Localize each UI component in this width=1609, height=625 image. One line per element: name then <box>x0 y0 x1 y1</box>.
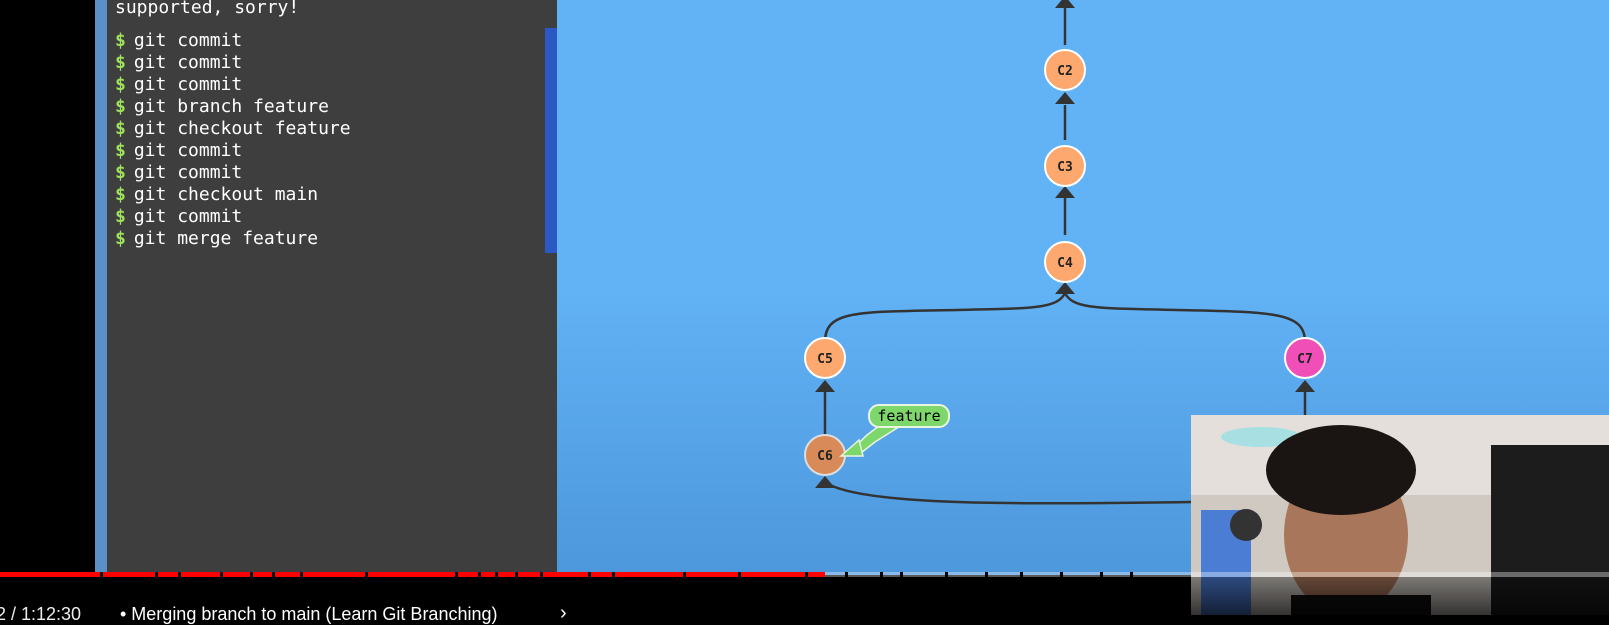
chapter-marker <box>1060 572 1063 577</box>
error-message: supported, sorry! <box>115 0 300 18</box>
command-row: $ git commit <box>115 74 549 96</box>
prompt-symbol: $ <box>115 30 126 51</box>
commit-node-c6[interactable]: C6 <box>804 434 846 476</box>
chapter-marker <box>478 572 481 577</box>
chapter-marker <box>845 572 848 577</box>
chapter-marker <box>365 572 368 577</box>
command-row: $ git commit <box>115 140 549 162</box>
arrowhead <box>1055 0 1075 8</box>
prompt-symbol: $ <box>115 74 126 95</box>
chapter-marker <box>612 572 615 577</box>
commit-node-c5[interactable]: C5 <box>804 337 846 379</box>
chapter-marker <box>683 572 686 577</box>
chapter-marker <box>880 572 883 577</box>
command-row: $ git commit <box>115 30 549 52</box>
command-text: git commit <box>133 162 243 183</box>
command-text: git checkout feature <box>133 118 351 139</box>
arrowhead <box>1055 282 1075 294</box>
chapter-marker <box>738 572 741 577</box>
command-row: $ git commit <box>115 52 549 74</box>
chapter-marker <box>588 572 591 577</box>
command-row: $ git branch feature <box>115 96 549 118</box>
command-text: git commit <box>133 30 243 51</box>
prompt-symbol: $ <box>115 228 126 249</box>
command-terminal: supported, sorry! $ git commit $ git commit… <box>107 0 559 575</box>
prompt-symbol: $ <box>115 206 126 227</box>
command-text: git merge feature <box>133 228 319 249</box>
command-row: $ git checkout main <box>115 184 549 206</box>
chevron-right-icon[interactable]: › <box>560 602 567 625</box>
chapter-marker <box>1130 572 1133 577</box>
svg-text:C6: C6 <box>817 449 833 464</box>
commit-node-c3[interactable]: C3 <box>1044 145 1086 187</box>
svg-text:C4: C4 <box>1057 256 1073 271</box>
command-row: $ git commit <box>115 162 549 184</box>
sidebar-edge <box>95 0 107 575</box>
prompt-symbol: $ <box>115 162 126 183</box>
commit-node-c2[interactable]: C2 <box>1044 49 1086 91</box>
branch-tag-feature[interactable]: feature <box>839 404 950 457</box>
edge-c7-c4 <box>1063 292 1307 343</box>
command-text: git commit <box>133 52 243 73</box>
chapter-marker <box>805 572 808 577</box>
command-text: git commit <box>133 74 243 95</box>
prompt-symbol: $ <box>115 184 126 205</box>
chapter-marker <box>455 572 458 577</box>
command-row: $ git commit <box>115 206 549 228</box>
edge-merge-c6 <box>824 480 1192 505</box>
chapter-marker <box>1100 572 1103 577</box>
arrowhead <box>815 476 835 488</box>
chapter-marker <box>272 572 275 577</box>
chapter-marker <box>1020 572 1023 577</box>
arrowhead <box>1055 186 1075 198</box>
chapter-marker <box>945 572 948 577</box>
command-text: git commit <box>133 206 243 227</box>
command-text: git branch feature <box>133 96 329 117</box>
command-text: git commit <box>133 140 243 161</box>
chapter-marker <box>178 572 181 577</box>
prompt-symbol: $ <box>115 140 126 161</box>
arrowhead <box>1295 380 1315 392</box>
chapter-marker <box>985 572 988 577</box>
svg-text:C2: C2 <box>1057 64 1073 79</box>
chapter-marker <box>300 572 303 577</box>
chapter-marker <box>250 572 253 577</box>
command-row: $ git merge feature <box>115 228 549 250</box>
prompt-symbol: $ <box>115 52 126 73</box>
chapter-marker <box>515 572 518 577</box>
command-row: $ git checkout feature <box>115 118 549 140</box>
chapter-marker <box>155 572 158 577</box>
edge-c5-c4 <box>823 292 1067 343</box>
svg-text:C5: C5 <box>817 352 833 367</box>
chapter-marker <box>495 572 498 577</box>
command-text: git checkout main <box>133 184 319 205</box>
svg-text:C7: C7 <box>1297 352 1313 367</box>
chapter-marker <box>100 572 103 577</box>
prompt-symbol: $ <box>115 96 126 117</box>
arrowhead <box>815 380 835 392</box>
chapter-marker <box>540 572 543 577</box>
video-letterbox <box>0 0 95 615</box>
chapter-marker <box>900 572 903 577</box>
prompt-symbol: $ <box>115 118 126 139</box>
chapter-marker <box>220 572 223 577</box>
commit-node-c4[interactable]: C4 <box>1044 241 1086 283</box>
arrowhead <box>1055 92 1075 104</box>
svg-text:C3: C3 <box>1057 160 1073 175</box>
commit-node-c7[interactable]: C7 <box>1284 337 1326 379</box>
svg-text:feature: feature <box>877 407 940 425</box>
